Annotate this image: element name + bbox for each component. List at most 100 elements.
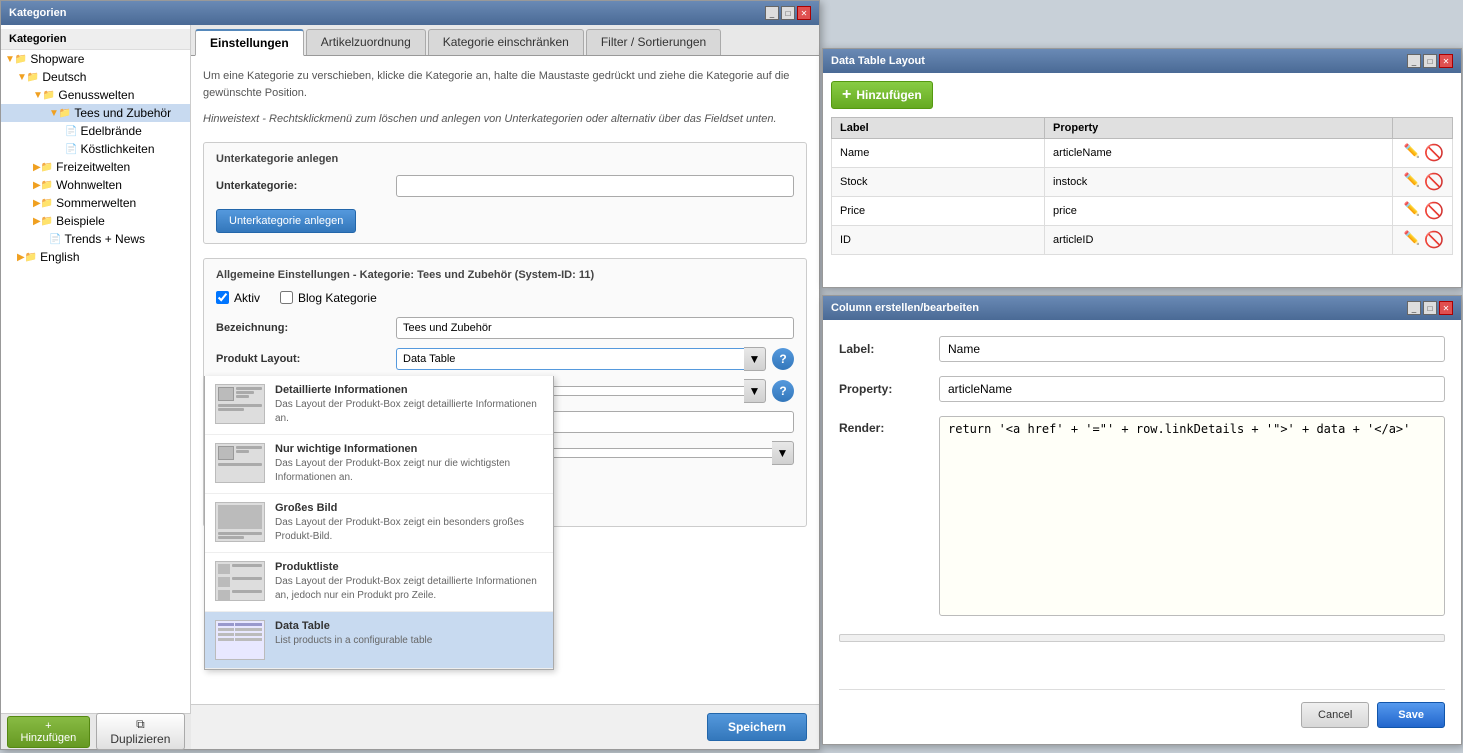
product-stream-dropdown-btn[interactable]: ▼ (744, 379, 766, 403)
blog-checkbox[interactable] (280, 291, 293, 304)
sidebar-item-edelbraende[interactable]: 📄 Edelbrände (1, 122, 190, 140)
sidebar-item-freizeit[interactable]: ▶📁 Freizeitwelten (1, 158, 190, 176)
dt-add-button[interactable]: + Hinzufügen (831, 81, 933, 109)
hinzufuegen-button[interactable]: + Hinzufügen (7, 716, 90, 748)
dt-layout-titlebar: Data Table Layout _ □ ✕ (823, 49, 1461, 73)
unterkategorie-anlegen-button[interactable]: Unterkategorie anlegen (216, 209, 356, 233)
tab-einstellungen[interactable]: Einstellungen (195, 29, 304, 56)
row-actions: ✏️ 🚫 (1393, 197, 1453, 226)
tab-kategorie-einschraenken[interactable]: Kategorie einschränken (428, 29, 584, 55)
row-label: ID (832, 226, 1045, 255)
dt-layout-window: Data Table Layout _ □ ✕ + Hinzufügen Lab… (822, 48, 1462, 288)
col-header-label: Label (832, 118, 1045, 139)
aktiv-checkbox[interactable] (216, 291, 229, 304)
sidebar-item-english[interactable]: ▶📁 English (1, 248, 190, 266)
unterkategorie-fieldset: Unterkategorie anlegen Unterkategorie: U… (203, 142, 807, 244)
blog-checkbox-item: Blog Kategorie (280, 291, 377, 305)
edit-icon[interactable]: ✏️ (1404, 172, 1420, 192)
bezeichnung-row: Bezeichnung: (216, 317, 794, 339)
render-scrollbar (839, 634, 1445, 642)
dropdown-text-detaillierte: Detaillierte Informationen Das Layout de… (275, 384, 543, 426)
col-editor-minimize-btn[interactable]: _ (1407, 301, 1421, 315)
row-actions: ✏️ 🚫 (1393, 168, 1453, 197)
produkt-layout-help-btn[interactable]: ? (772, 348, 794, 370)
dropdown-item-wichtige[interactable]: Nur wichtige Informationen Das Layout de… (205, 435, 553, 494)
allgemeine-legend: Allgemeine Einstellungen - Kategorie: Te… (216, 269, 794, 281)
edit-icon[interactable]: ✏️ (1404, 230, 1420, 250)
table-row: Stock instock ✏️ 🚫 (832, 168, 1453, 197)
delete-icon[interactable]: 🚫 (1424, 172, 1444, 192)
sidebar-item-trends[interactable]: 📄 Trends + News (1, 230, 190, 248)
col-property-input[interactable] (939, 376, 1445, 402)
doc-icon: 📄 (49, 234, 61, 245)
dt-table: Label Property Name articleName ✏️ 🚫 Sto… (831, 117, 1453, 255)
minimize-btn[interactable]: _ (765, 6, 779, 20)
dt-minimize-btn[interactable]: _ (1407, 54, 1421, 68)
sidebar-header: Kategorien (1, 29, 190, 50)
sidebar-item-genusswelten[interactable]: ▼📁 Genusswelten (1, 86, 190, 104)
dropdown-text-data-table: Data Table List products in a configurab… (275, 620, 543, 648)
sidebar-item-shopware[interactable]: ▼📁 Shopware (1, 50, 190, 68)
kategorien-window: Kategorien _ □ ✕ Kategorien ▼📁 Shopware … (0, 0, 820, 750)
dt-close-btn[interactable]: ✕ (1439, 54, 1453, 68)
bezeichnung-input[interactable] (396, 317, 794, 339)
col-cancel-button[interactable]: Cancel (1301, 702, 1369, 728)
dt-layout-title: Data Table Layout (831, 55, 925, 67)
unterkategorie-legend: Unterkategorie anlegen (216, 153, 794, 165)
col-property-label: Property: (839, 382, 939, 396)
col-editor-title: Column erstellen/bearbeiten (831, 302, 979, 314)
sidebar-item-wohnwelten[interactable]: ▶📁 Wohnwelten (1, 176, 190, 194)
duplizieren-button[interactable]: ⧉ Duplizieren (96, 713, 185, 750)
unterkategorie-input[interactable] (396, 175, 794, 197)
dropdown-text-wichtige: Nur wichtige Informationen Das Layout de… (275, 443, 543, 485)
dropdown-item-produktliste[interactable]: Produktliste Das Layout der Produkt-Box … (205, 553, 553, 612)
maximize-btn[interactable]: □ (781, 6, 795, 20)
row-property: instock (1045, 168, 1393, 197)
bottom-action-row: Speichern (191, 704, 819, 749)
dropdown-text-grosses-bild: Großes Bild Das Layout der Produkt-Box z… (275, 502, 543, 544)
thumb-produktliste (215, 561, 265, 601)
dropdown-item-grosses-bild[interactable]: Großes Bild Das Layout der Produkt-Box z… (205, 494, 553, 553)
produkt-layout-row: Produkt Layout: Data Table ▼ ? (216, 347, 794, 371)
tab-filter-sortierungen[interactable]: Filter / Sortierungen (586, 29, 721, 55)
dropdown-item-data-table[interactable]: Data Table List products in a configurab… (205, 612, 553, 669)
blog-label: Blog Kategorie (298, 291, 377, 305)
sidebar-item-deutsch[interactable]: ▼📁 Deutsch (1, 68, 190, 86)
dropdown-item-detaillierte[interactable]: Detaillierte Informationen Das Layout de… (205, 376, 553, 435)
folder-icon: ▶📁 (33, 216, 53, 227)
close-btn[interactable]: ✕ (797, 6, 811, 20)
produkt-layout-value[interactable]: Data Table (396, 348, 744, 370)
row-actions: ✏️ 🚫 (1393, 139, 1453, 168)
col-render-textarea[interactable]: return '<a href' + '="' + row.linkDetail… (939, 416, 1445, 616)
tab-bar: Einstellungen Artikelzuordnung Kategorie… (191, 25, 819, 56)
dt-maximize-btn[interactable]: □ (1423, 54, 1437, 68)
col-save-button[interactable]: Save (1377, 702, 1445, 728)
table-row: Name articleName ✏️ 🚫 (832, 139, 1453, 168)
sidebar-item-beispiele[interactable]: ▶📁 Beispiele (1, 212, 190, 230)
produkt-layout-dropdown-btn[interactable]: ▼ (744, 347, 766, 371)
col-label-input[interactable] (939, 336, 1445, 362)
sidebar-bottom: + Hinzufügen ⧉ Duplizieren (1, 713, 191, 749)
delete-icon[interactable]: 🚫 (1424, 201, 1444, 221)
doc-icon: 📄 (65, 126, 77, 137)
col-editor-close-btn[interactable]: ✕ (1439, 301, 1453, 315)
edit-icon[interactable]: ✏️ (1404, 143, 1420, 163)
plus-icon: + (842, 86, 851, 104)
produkt-layout-dropdown-menu: Detaillierte Informationen Das Layout de… (204, 376, 554, 670)
aktiv-checkbox-item: Aktiv (216, 291, 260, 305)
link-ziel-dropdown-btn[interactable]: ▼ (772, 441, 794, 465)
delete-icon[interactable]: 🚫 (1424, 230, 1444, 250)
product-stream-help-btn[interactable]: ? (772, 380, 794, 402)
sidebar-item-tees[interactable]: ▼📁 Tees und Zubehör (1, 104, 190, 122)
sidebar-item-sommerwelten[interactable]: ▶📁 Sommerwelten (1, 194, 190, 212)
dt-add-btn-row: + Hinzufügen (831, 81, 1453, 109)
row-label: Price (832, 197, 1045, 226)
edit-icon[interactable]: ✏️ (1404, 201, 1420, 221)
tab-artikelzuordnung[interactable]: Artikelzuordnung (306, 29, 426, 55)
delete-icon[interactable]: 🚫 (1424, 143, 1444, 163)
speichern-button[interactable]: Speichern (707, 713, 807, 741)
col-editor-maximize-btn[interactable]: □ (1423, 301, 1437, 315)
row-actions: ✏️ 🚫 (1393, 226, 1453, 255)
sidebar-item-koestl[interactable]: 📄 Köstlichkeiten (1, 140, 190, 158)
col-editor-window: Column erstellen/bearbeiten _ □ ✕ Label:… (822, 295, 1462, 745)
